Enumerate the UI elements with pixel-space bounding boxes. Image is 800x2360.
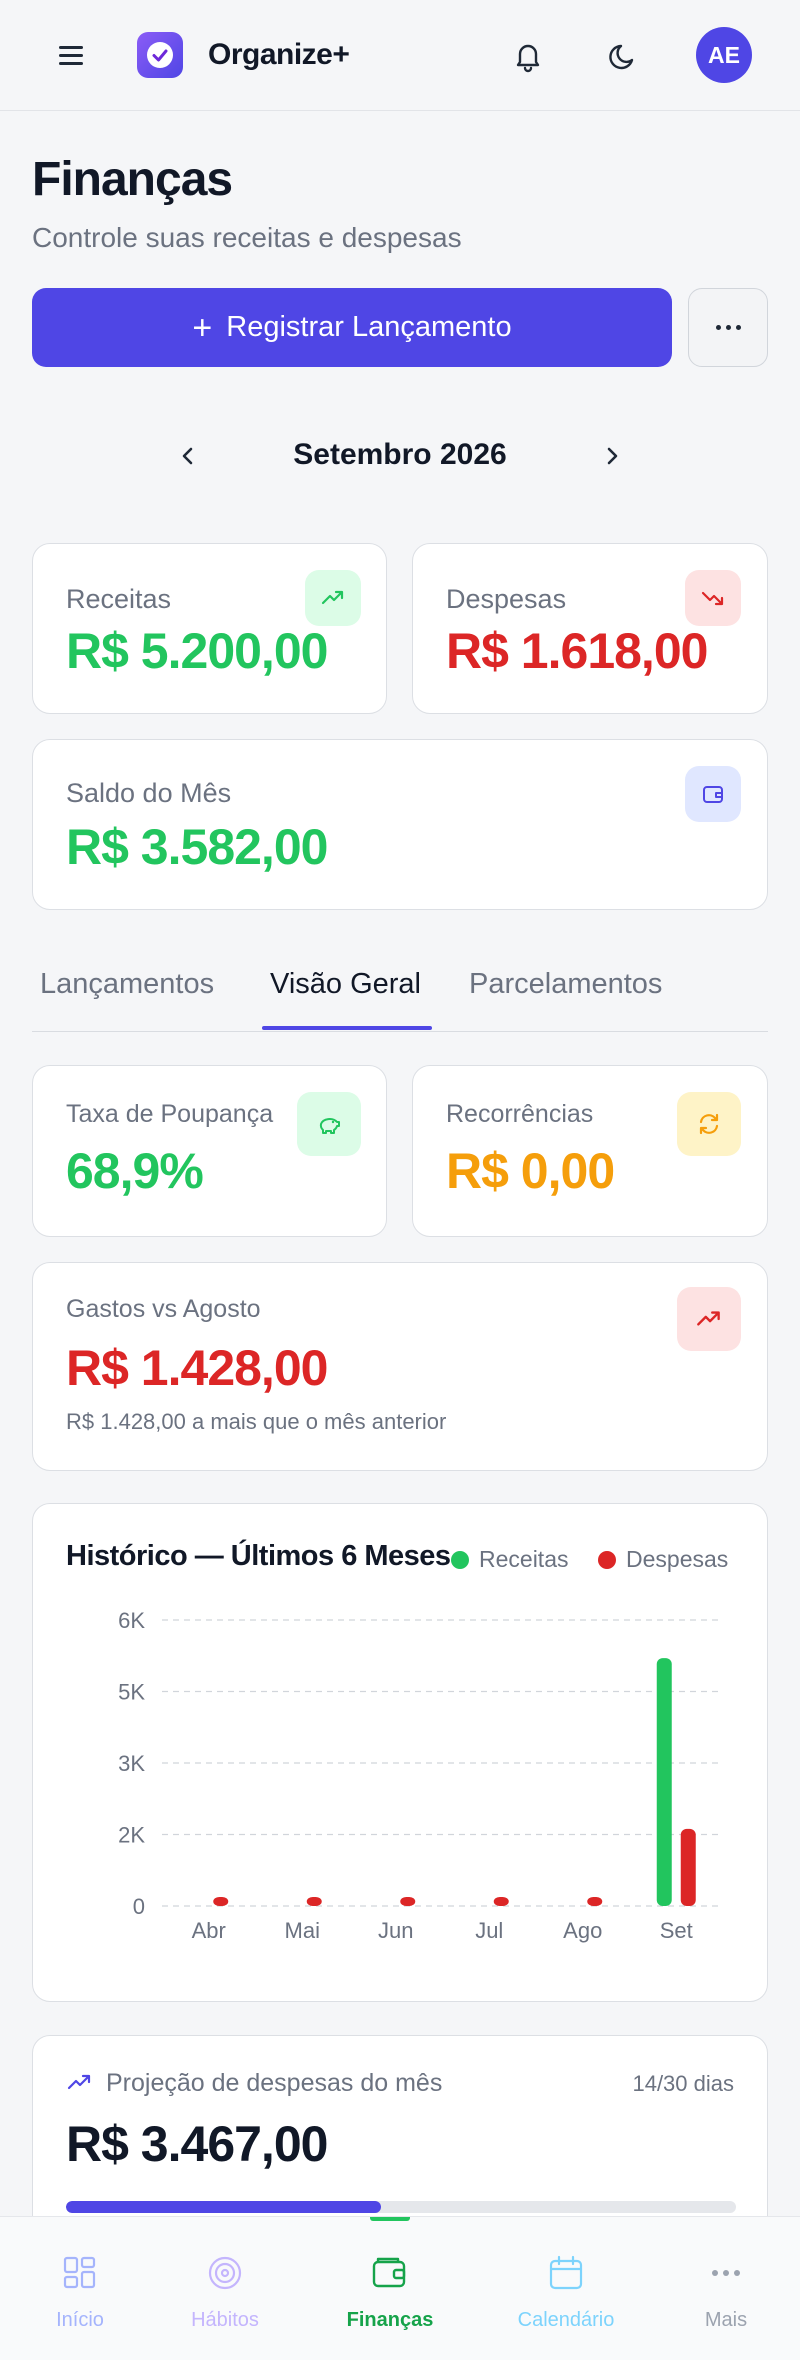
- savings-rate-card: Taxa de Poupança 68,9%: [32, 1065, 387, 1237]
- x-tick-label: Set: [660, 1918, 693, 1943]
- menu-icon[interactable]: [56, 42, 86, 68]
- bar-despesas-abr: [213, 1896, 229, 1906]
- page-subtitle: Controle suas receitas e despesas: [32, 222, 462, 253]
- page-title: Finanças: [32, 153, 233, 206]
- plus-icon: +: [192, 308, 213, 347]
- x-tick-label: Mai: [285, 1918, 320, 1943]
- month-navigator: Setembro 2026: [0, 430, 800, 480]
- bar-despesas-jul: [493, 1896, 509, 1906]
- recurring-label: Recorrências: [446, 1100, 594, 1128]
- chevron-left-icon[interactable]: [170, 438, 206, 474]
- refresh-icon: [677, 1092, 741, 1156]
- savings-rate-value: 68,9%: [66, 1143, 204, 1199]
- nav-mais-label: Mais: [704, 2309, 748, 2331]
- chevron-right-icon[interactable]: [594, 438, 630, 474]
- section-tabs: Lançamentos Visão Geral Parcelamentos: [32, 960, 768, 1032]
- history-chart: 0 2K 3K 5K 6K Abr Mai Jun Jul Ago Set: [118, 1608, 723, 1943]
- history-chart-card: Histórico — Últimos 6 Meses Receitas Des…: [32, 1503, 768, 2002]
- top-bar: Organize+ AE: [0, 0, 800, 111]
- check-icon: [147, 42, 173, 68]
- nav-calendario[interactable]: Calendário: [486, 2217, 646, 2360]
- trending-down-icon: [685, 570, 741, 626]
- x-tick-label: Jul: [475, 1918, 503, 1943]
- recurring-value: R$ 0,00: [446, 1143, 615, 1199]
- expense-label: Despesas: [446, 584, 567, 614]
- active-tab-indicator: [262, 1026, 432, 1030]
- bar-receitas-set: [656, 1658, 672, 1906]
- trending-up-icon: [677, 1287, 741, 1351]
- target-icon: [205, 2253, 245, 2293]
- trending-up-icon: [305, 570, 361, 626]
- month-comparison-card: Gastos vs Agosto R$ 1.428,00 R$ 1.428,00…: [32, 1262, 768, 1471]
- register-transaction-button[interactable]: + Registrar Lançamento: [32, 288, 672, 367]
- current-month: Setembro 2026: [293, 438, 507, 471]
- expense-value: R$ 1.618,00: [446, 623, 708, 679]
- tab-parcelamentos[interactable]: Parcelamentos: [469, 968, 662, 1030]
- income-value: R$ 5.200,00: [66, 623, 328, 679]
- y-tick-label: 5K: [118, 1680, 145, 1705]
- app-logo: [137, 32, 183, 78]
- app-name: Organize+: [208, 38, 350, 71]
- bar-despesas-set: [680, 1828, 696, 1906]
- grid-icon: [60, 2253, 100, 2293]
- nav-calendario-label: Calendário: [517, 2309, 615, 2331]
- register-transaction-label: Registrar Lançamento: [226, 311, 512, 343]
- bell-icon[interactable]: [508, 36, 548, 76]
- more-options-button[interactable]: [688, 288, 768, 367]
- moon-icon[interactable]: [604, 36, 644, 76]
- balance-card: Saldo do Mês R$ 3.582,00: [32, 739, 768, 910]
- wallet-icon: [370, 2253, 410, 2293]
- recurring-card: Recorrências R$ 0,00: [412, 1065, 768, 1237]
- nav-financas[interactable]: Finanças: [310, 2217, 470, 2360]
- projection-progress-fill: [66, 2201, 381, 2213]
- y-tick-label: 6K: [118, 1608, 145, 1633]
- bottom-navigation: Início Hábitos Finanças Calendário Mais: [0, 2216, 800, 2360]
- projection-days: 14/30 dias: [632, 2071, 734, 2096]
- projection-progress-bar: [66, 2201, 736, 2213]
- y-tick-label: 3K: [118, 1751, 145, 1776]
- bar-despesas-mai: [306, 1896, 322, 1906]
- bar-despesas-jun: [400, 1896, 416, 1906]
- nav-habitos[interactable]: Hábitos: [145, 2217, 305, 2360]
- bar-despesas-ago: [587, 1896, 603, 1906]
- nav-inicio[interactable]: Início: [0, 2217, 160, 2360]
- month-comparison-label: Gastos vs Agosto: [66, 1295, 261, 1323]
- nav-financas-label: Finanças: [346, 2309, 434, 2331]
- income-card: Receitas R$ 5.200,00: [32, 543, 387, 714]
- balance-label: Saldo do Mês: [66, 778, 232, 808]
- calendar-icon: [546, 2253, 586, 2293]
- balance-value: R$ 3.582,00: [66, 819, 328, 875]
- y-tick-label: 0: [133, 1894, 145, 1919]
- wallet-icon: [685, 766, 741, 822]
- x-tick-label: Jun: [378, 1918, 413, 1943]
- x-tick-label: Abr: [192, 1918, 226, 1943]
- nav-mais[interactable]: Mais: [646, 2217, 800, 2360]
- income-label: Receitas: [66, 584, 172, 614]
- savings-rate-label: Taxa de Poupança: [66, 1100, 274, 1128]
- tab-visao-geral[interactable]: Visão Geral: [270, 968, 421, 1030]
- nav-inicio-label: Início: [56, 2309, 104, 2331]
- nav-habitos-label: Hábitos: [191, 2309, 259, 2331]
- x-tick-label: Ago: [563, 1918, 602, 1943]
- avatar[interactable]: AE: [696, 27, 752, 83]
- y-tick-label: 2K: [118, 1823, 145, 1848]
- projection-label: Projeção de despesas do mês: [106, 2069, 443, 2097]
- month-comparison-value: R$ 1.428,00: [66, 1340, 328, 1396]
- trending-up-icon: [66, 2069, 94, 2102]
- month-comparison-note: R$ 1.428,00 a mais que o mês anterior: [66, 1409, 447, 1434]
- piggy-bank-icon: [297, 1092, 361, 1156]
- projection-value: R$ 3.467,00: [66, 2116, 328, 2172]
- expense-card: Despesas R$ 1.618,00: [412, 543, 768, 714]
- more-icon: [706, 2253, 746, 2293]
- tab-lancamentos[interactable]: Lançamentos: [40, 968, 214, 1030]
